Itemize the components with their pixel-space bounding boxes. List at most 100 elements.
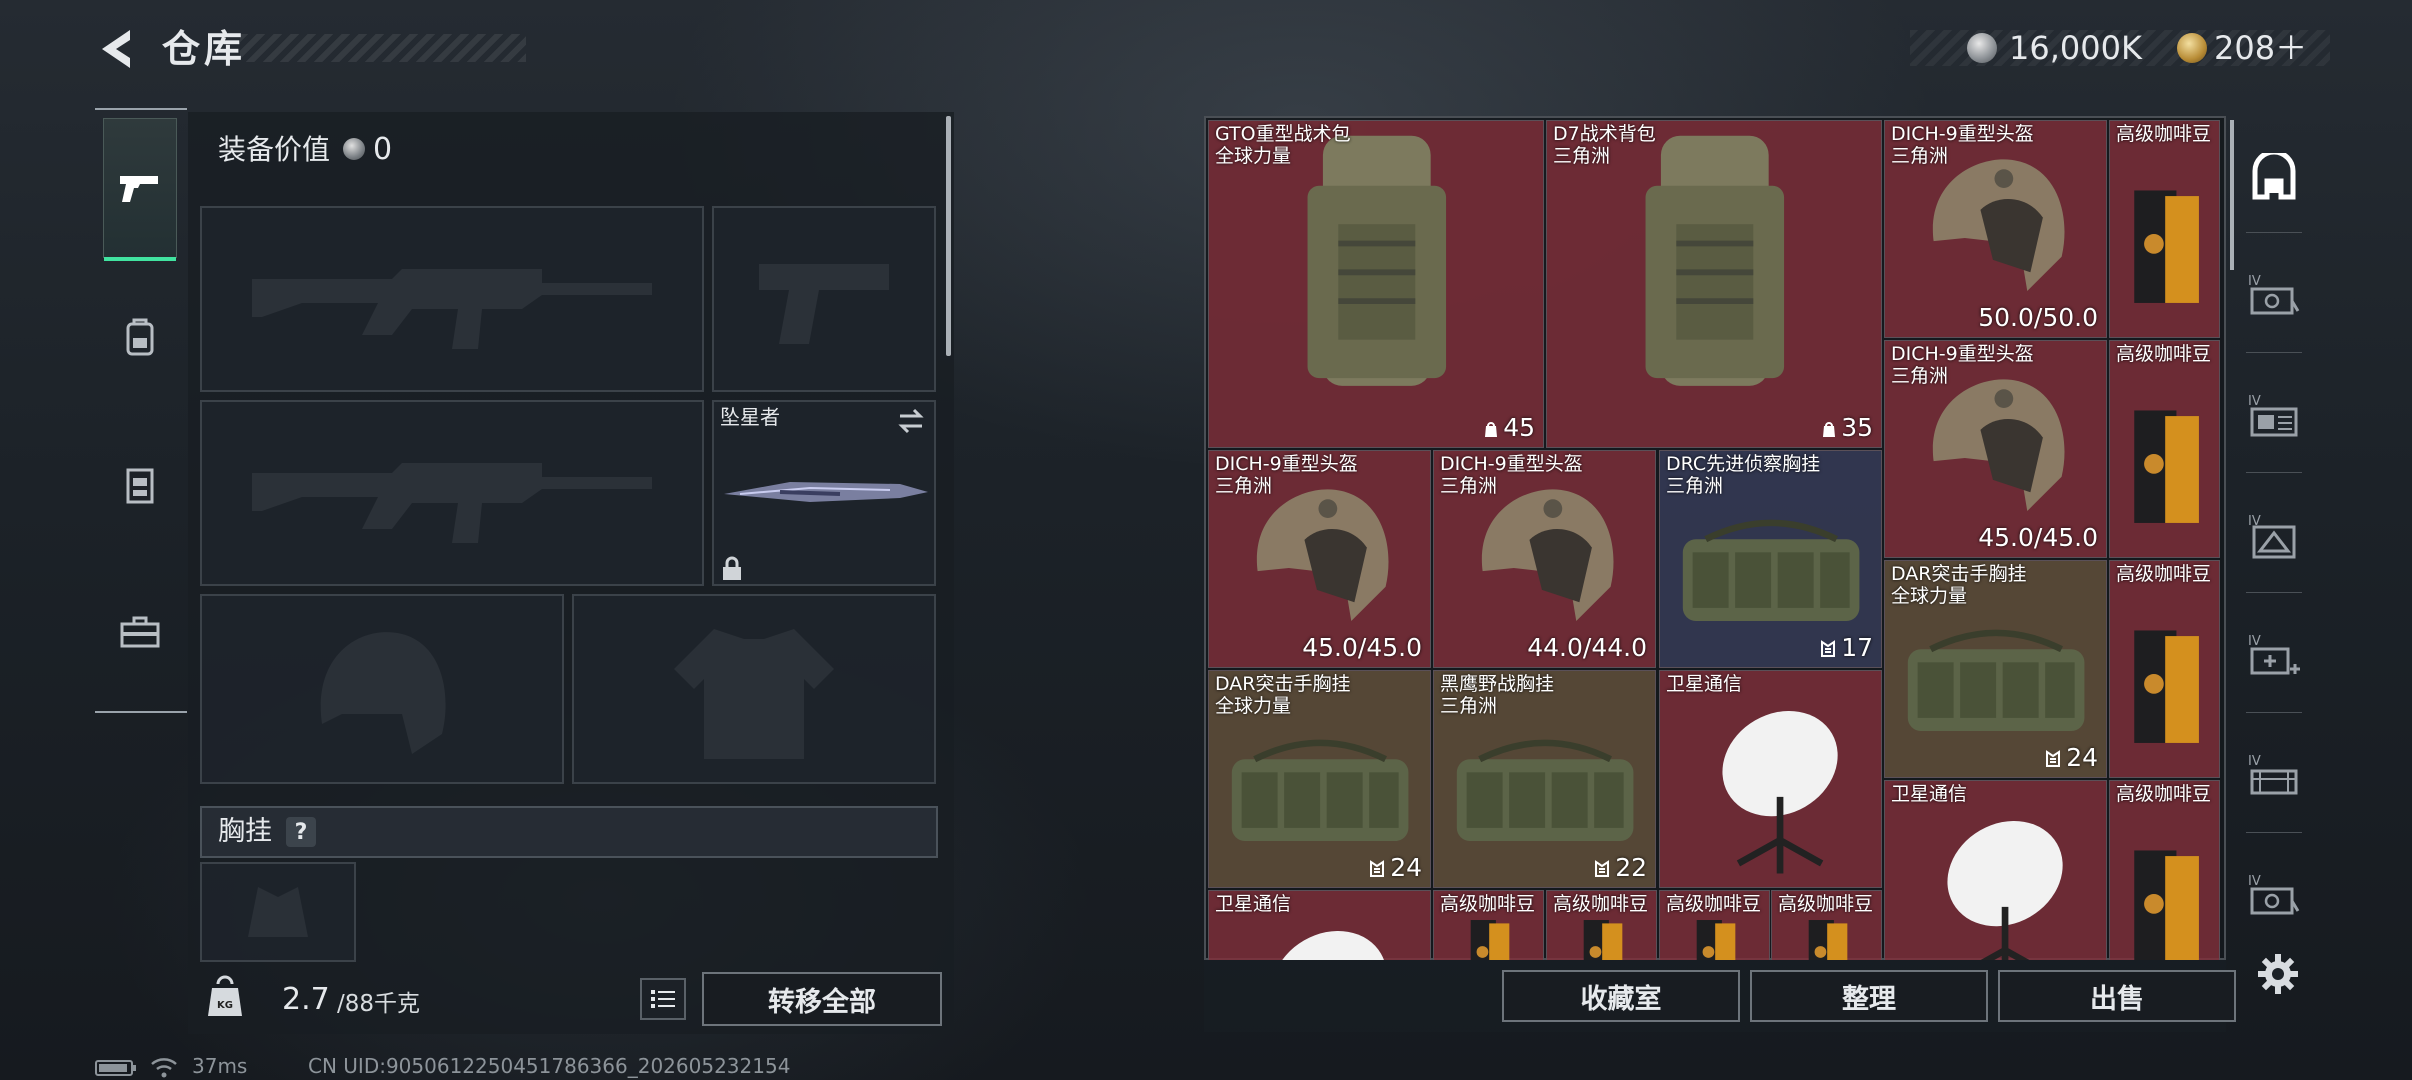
stash-item[interactable]: 高级咖啡豆 (2109, 340, 2220, 558)
melee-knife-image (724, 482, 928, 502)
item-name: DAR突击手胸挂 (1891, 563, 2027, 585)
armor-slot[interactable] (572, 594, 936, 784)
help-icon[interactable]: ? (286, 817, 316, 847)
pistol-icon (120, 176, 158, 202)
stash-item[interactable]: 高级咖啡豆 (1771, 890, 1882, 960)
backpack-image (1645, 135, 1785, 386)
stash-item[interactable]: 卫星通信 (1208, 890, 1431, 960)
divider (2246, 472, 2302, 473)
stash-item[interactable]: DICH-9重型头盔 三角洲 45.0/45.0 (1884, 340, 2107, 558)
stash-item[interactable]: 高级咖啡豆 (2109, 120, 2220, 338)
sort-button[interactable]: 整理 (1750, 970, 1988, 1022)
item-stat-value: 24 (2066, 743, 2098, 772)
back-arrow-icon (102, 30, 130, 68)
iv-room-1-icon: IV (2248, 274, 2300, 315)
primary-weapon-slot[interactable] (200, 206, 704, 392)
rig-capacity-icon (1821, 640, 1836, 657)
item-name: 高级咖啡豆 (2116, 563, 2212, 585)
item-stat: 17 (1819, 633, 1873, 663)
equipment-value-label: 装备价值 (218, 133, 331, 166)
stash-item[interactable]: 高级咖啡豆 (1433, 890, 1544, 960)
coffee-bag-image (2134, 410, 2200, 523)
room-tab-5[interactable]: IV (2246, 868, 2302, 924)
title-decoration (240, 34, 526, 62)
iv-room-3-icon: IV (2248, 514, 2296, 559)
tab-toolbox[interactable] (103, 562, 177, 702)
item-name: 卫星通信 (1666, 673, 1743, 695)
secondary-weapon-slot[interactable] (200, 400, 704, 586)
stash-item[interactable]: D7战术背包 三角洲 35 (1546, 120, 1882, 448)
settings-button[interactable] (2256, 952, 2300, 996)
tab-backpack[interactable] (103, 268, 177, 408)
stash-item[interactable]: DAR突击手胸挂 全球力量 24 (1884, 560, 2107, 778)
tab-weapons[interactable] (103, 118, 177, 261)
stash-item[interactable]: DICH-9重型头盔 三角洲 44.0/44.0 (1433, 450, 1656, 668)
stash-item[interactable]: 高级咖啡豆 (1659, 890, 1770, 960)
item-stat: 24 (2044, 743, 2098, 773)
collection-room-button[interactable]: 收藏室 (1502, 970, 1740, 1022)
helmet-slot[interactable] (200, 594, 564, 784)
stash-item[interactable]: 黑鹰野战胸挂 三角洲 22 (1433, 670, 1656, 888)
room-tab-4[interactable]: IV (2246, 748, 2302, 804)
sell-button[interactable]: 出售 (1998, 970, 2236, 1022)
stash-item[interactable]: 高级咖啡豆 (2109, 560, 2220, 778)
coffee-bag-image (1584, 919, 1623, 960)
item-stat-value: 17 (1841, 633, 1873, 662)
room-tab-3[interactable]: IV (2246, 508, 2302, 564)
stash-item[interactable]: 卫星通信 (1884, 780, 2107, 960)
item-name: 高级咖啡豆 (1553, 893, 1649, 915)
room-tab-1[interactable]: IV (2246, 268, 2302, 324)
item-stat: 45.0/45.0 (1302, 633, 1422, 663)
item-name: 高级咖啡豆 (1440, 893, 1536, 915)
back-button[interactable] (90, 22, 140, 76)
stash-scrollbar[interactable] (2230, 120, 2234, 270)
item-name: DICH-9重型头盔 (1891, 123, 2034, 145)
helmet-image (1482, 489, 1614, 622)
item-origin: 三角洲 (1553, 145, 1611, 167)
item-origin: 全球力量 (1891, 585, 1968, 607)
stash-item[interactable]: GTO重型战术包 全球力量 45 (1208, 120, 1544, 448)
weight-icon: KG (204, 974, 246, 1020)
stash-item[interactable]: 高级咖啡豆 (1546, 890, 1657, 960)
iv-room-4-icon: IV (2248, 754, 2298, 795)
iv-room-add-icon: IV (2248, 634, 2300, 675)
item-name: DAR突击手胸挂 (1215, 673, 1351, 695)
premium-amount[interactable]: 208＋ (2214, 26, 2307, 70)
stash-item[interactable]: 高级咖啡豆 (2109, 780, 2220, 960)
safehouse-button[interactable] (2246, 150, 2302, 206)
coffee-bag-image (2134, 850, 2200, 960)
stash-item[interactable]: 卫星通信 (1659, 670, 1882, 888)
item-name: 卫星通信 (1215, 893, 1292, 915)
transfer-all-button[interactable]: 转移全部 (702, 972, 942, 1026)
weight-current: 2.7 (282, 982, 330, 1017)
item-origin: 三角洲 (1440, 695, 1498, 717)
chest-rig-slot[interactable] (200, 862, 356, 962)
equipment-scrollbar[interactable] (946, 116, 951, 356)
pistol-slot[interactable] (712, 206, 936, 392)
stash-item[interactable]: DAR突击手胸挂 全球力量 24 (1208, 670, 1431, 888)
melee-name: 坠星者 (720, 405, 780, 429)
swap-icon[interactable] (896, 406, 926, 436)
item-name: GTO重型战术包 (1215, 123, 1351, 145)
stash-item[interactable]: DRC先进侦察胸挂 三角洲 17 (1659, 450, 1882, 668)
capacity-icon (1485, 422, 1498, 437)
stash-item[interactable]: DICH-9重型头盔 三角洲 45.0/45.0 (1208, 450, 1431, 668)
room-tab-add[interactable]: IV (2246, 628, 2302, 684)
uid-text: CN UID:9050612250451786366_202605232154 (308, 1054, 791, 1078)
gear-icon (2258, 954, 2298, 994)
tab-chest-rig[interactable] (103, 416, 177, 556)
item-name: DICH-9重型头盔 (1891, 343, 2034, 365)
divider (2246, 232, 2302, 233)
stash-grid: GTO重型战术包 全球力量 45 D7战术背包 三角洲 35 DICH-9重型头盔 三角洲 50… (1208, 120, 2222, 960)
item-stat-value: 22 (1615, 853, 1647, 882)
rig-capacity-icon (2046, 750, 2061, 767)
room-tab-2[interactable]: IV (2246, 388, 2302, 444)
backpack-icon (126, 318, 154, 356)
rig-icon (126, 468, 154, 504)
stash-item[interactable]: DICH-9重型头盔 三角洲 50.0/50.0 (1884, 120, 2107, 338)
list-view-button[interactable] (640, 978, 686, 1020)
coffee-bag-image (2134, 190, 2200, 303)
svg-text:IV: IV (2248, 754, 2261, 769)
item-name: DICH-9重型头盔 (1215, 453, 1358, 475)
coffee-bag-image (1697, 919, 1736, 960)
